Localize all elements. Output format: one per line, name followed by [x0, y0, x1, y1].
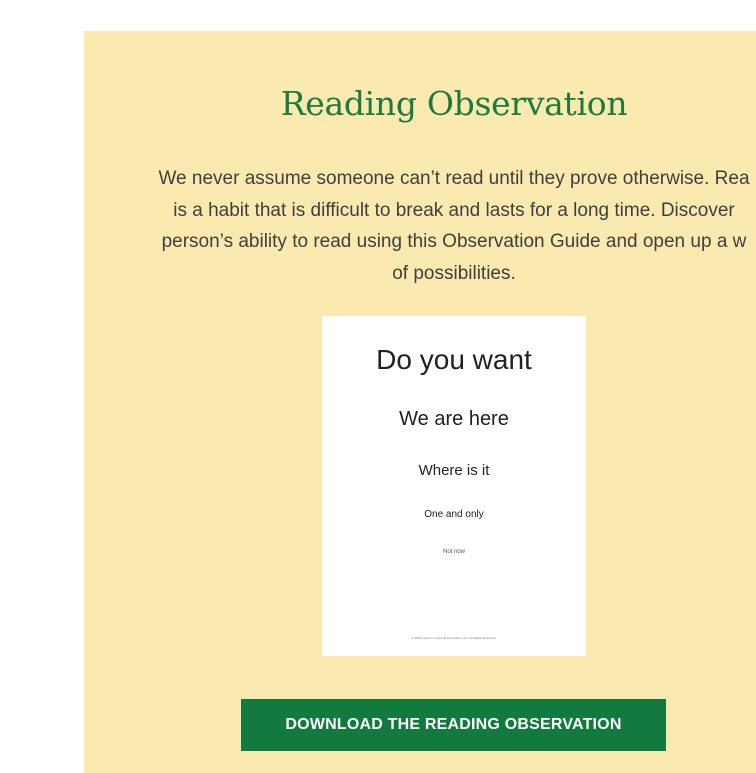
description-line-3: person’s ability to read using this Obse… — [161, 231, 747, 252]
download-reading-observation-button[interactable]: DOWNLOAD THE READING OBSERVATION — [241, 699, 666, 751]
section-title: Reading Observation — [280, 84, 628, 123]
preview-footer: © 2016 Lauren J. Hope & Associates, LLC.… — [411, 636, 497, 640]
preview-line-1: Do you want — [376, 344, 532, 375]
preview-line-3: Where is it — [418, 462, 490, 479]
description-line-4: of possibilities. — [392, 262, 516, 284]
description-line-1: We never assume someone can’t read until… — [158, 168, 750, 189]
preview-line-4: One and only — [424, 509, 484, 520]
preview-line-2: We are here — [399, 408, 509, 430]
observation-guide-preview-image: Do you want We are here Where is it One … — [322, 316, 586, 656]
description-line-2: is a habit that is difficult to break an… — [173, 199, 735, 221]
section-description: We never assume someone can’t read until… — [84, 163, 756, 289]
preview-line-5: Not now — [442, 549, 465, 555]
